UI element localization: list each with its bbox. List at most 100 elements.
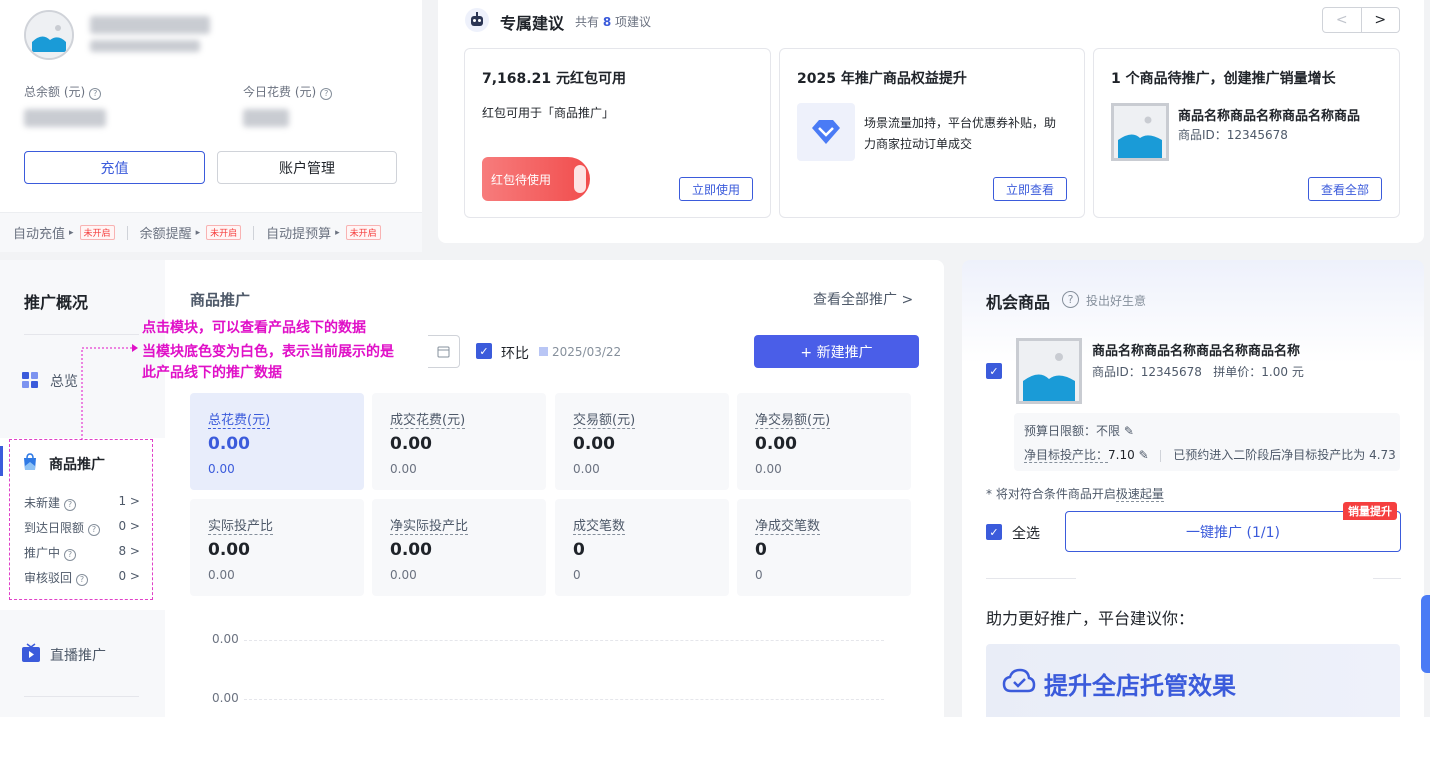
compare-date: 2025/03/22 — [552, 345, 622, 359]
chart-gridline — [244, 640, 884, 641]
metric-label: 净交易额(元) — [755, 409, 831, 429]
help-icon: ? — [88, 524, 101, 536]
auto-recharge-label: 自动充值 — [13, 227, 66, 242]
metric-compare: 0 — [573, 568, 581, 582]
product-name: 商品名称商品名称商品名称商品 — [1178, 109, 1361, 124]
store-hosting-banner[interactable]: 提升全店托管效果 — [986, 644, 1400, 717]
divider — [24, 696, 139, 697]
prev-page-button[interactable]: < — [1323, 8, 1362, 32]
metric-total-spend[interactable]: 总花费(元) 0.00 0.00 — [190, 393, 364, 490]
view-all-promotions-link[interactable]: 查看全部推广 > — [813, 289, 913, 309]
date-picker[interactable] — [428, 335, 460, 368]
image-placeholder-icon — [1114, 106, 1166, 158]
metric-value: 0 — [573, 540, 585, 560]
auto-budget-item[interactable]: 自动提预算 ▸ 未开启 — [266, 223, 381, 242]
caret-right-icon: ▸ — [69, 227, 74, 238]
metric-value: 0.00 — [755, 434, 797, 454]
product-checkbox[interactable]: ✓ — [986, 363, 1002, 379]
edit-icon[interactable]: ✎ — [1139, 448, 1149, 462]
sub-item-not-created[interactable]: 未新建? 1 > — [24, 494, 140, 511]
divider — [24, 334, 139, 335]
diamond-icon — [797, 103, 855, 161]
metric-compare: 0.00 — [573, 462, 600, 476]
help-banner-text: 提升全店托管效果 — [1044, 672, 1236, 700]
balance-alert-item[interactable]: 余额提醒 ▸ 未开启 — [140, 223, 242, 242]
suggestion-card-pending-product[interactable]: 1 个商品待推广，创建推广销量增长 商品名称商品名称商品名称商品 商品ID：12… — [1093, 48, 1400, 218]
nav-label: 总览 — [50, 374, 78, 390]
status-badge: 未开启 — [345, 225, 381, 240]
speed-boost-notice: * 将对符合条件商品开启极速起量 — [986, 487, 1164, 502]
metric-net-orders[interactable]: 净成交笔数 0 0 — [737, 499, 911, 596]
store-sub-redacted — [90, 40, 200, 52]
metric-value: 0.00 — [208, 434, 250, 454]
metric-compare: 0.00 — [390, 462, 417, 476]
edit-icon[interactable]: ✎ — [1124, 424, 1134, 438]
metric-value: 0.00 — [390, 434, 432, 454]
view-now-button[interactable]: 立即查看 — [992, 177, 1067, 201]
metric-roi[interactable]: 实际投产比 0.00 0.00 — [190, 499, 364, 596]
status-badge: 未开启 — [79, 225, 115, 240]
opportunity-title: 机会商品 — [986, 293, 1051, 312]
budget-line[interactable]: 预算日限额：不限 ✎ — [1024, 422, 1134, 439]
help-section-title: 助力更好推广，平台建议你： — [986, 609, 1195, 628]
new-promotion-button[interactable]: + 新建推广 — [754, 335, 919, 368]
help-icon[interactable]: ? — [1062, 291, 1079, 308]
select-all-checkbox[interactable]: ✓ — [986, 524, 1002, 540]
use-now-button[interactable]: 立即使用 — [678, 177, 753, 201]
metric-net-gmv[interactable]: 净交易额(元) 0.00 0.00 — [737, 393, 911, 490]
metric-net-roi[interactable]: 净实际投产比 0.00 0.00 — [372, 499, 546, 596]
total-balance-value-redacted — [24, 109, 106, 127]
total-balance-label: 总余额 (元)? — [24, 83, 102, 100]
help-icon[interactable]: ? — [320, 88, 333, 100]
auto-recharge-item[interactable]: 自动充值 ▸ 未开启 — [13, 223, 115, 242]
suggestion-card-coupon[interactable]: 7,168.21 元红包可用 红包可用于「商品推广」 红包待使用 立即使用 — [464, 48, 771, 218]
side-floating-tab[interactable] — [1421, 595, 1430, 673]
compare-label: 环比 — [501, 346, 529, 362]
chart-y-tick: 0.00 — [212, 632, 239, 646]
cloud-check-icon — [1002, 668, 1036, 693]
next-page-button[interactable]: > — [1362, 8, 1400, 32]
sub-item-promoting[interactable]: 推广中? 8 > — [24, 544, 140, 561]
sub-item-reached-limit[interactable]: 到达日限额? 0 > — [24, 519, 140, 536]
divider — [1373, 578, 1401, 579]
suggestion-title: 2025 年推广商品权益提升 — [797, 71, 967, 87]
nav-label: 直播推广 — [50, 648, 106, 664]
product-meta: 商品ID：12345678 拼单价：1.00 元 — [1092, 365, 1304, 379]
metric-deal-spend[interactable]: 成交花费(元) 0.00 0.00 — [372, 393, 546, 490]
select-all-label[interactable]: 全选 — [1012, 523, 1040, 543]
recharge-button[interactable]: 充值 — [24, 151, 205, 184]
nav-label-goods: 商品推广 — [49, 457, 105, 473]
account-manage-button[interactable]: 账户管理 — [217, 151, 397, 184]
metric-label: 成交笔数 — [573, 515, 626, 535]
suggestions-card: 专属建议 共有 8 项建议 < > 7,168.21 元红包可用 红包可用于「商… — [438, 0, 1424, 243]
metric-label: 总花费(元) — [208, 409, 271, 429]
page-canvas: 总余额 (元)? 今日花费 (元)? 充值 账户管理 自动充值 ▸ 未开启 余额… — [0, 0, 1430, 717]
sub-item-rejected[interactable]: 审核驳回? 0 > — [24, 569, 140, 586]
product-thumbnail — [1016, 338, 1082, 404]
help-icon: ? — [76, 574, 89, 586]
roi-line[interactable]: 净目标投产比：7.10 ✎ 已预约进入二阶段后净目标投产比为 4.73 — [1024, 446, 1396, 463]
metric-label: 成交花费(元) — [390, 409, 466, 429]
overview-title: 推广概况 — [24, 293, 89, 312]
calendar-icon — [437, 346, 450, 358]
chart-gridline — [244, 699, 884, 700]
compare-checkbox[interactable]: ✓ — [476, 343, 492, 359]
metric-compare: 0.00 — [208, 462, 235, 476]
speed-boost-link[interactable]: 极速起量 — [1115, 487, 1164, 502]
annotation-line: 当模块底色变为白色，表示当前展示的是 — [142, 344, 394, 360]
balance-alert-label: 余额提醒 — [139, 227, 192, 242]
view-all-button[interactable]: 查看全部 — [1307, 177, 1382, 201]
auto-budget-label: 自动提预算 — [266, 227, 332, 242]
nav-item-live[interactable]: 直播推广 — [0, 612, 165, 697]
help-icon[interactable]: ? — [89, 88, 102, 100]
metric-orders[interactable]: 成交笔数 0 0 — [555, 499, 729, 596]
metric-value: 0 — [755, 540, 767, 560]
metric-compare: 0.00 — [390, 568, 417, 582]
metric-gmv[interactable]: 交易额(元) 0.00 0.00 — [555, 393, 729, 490]
image-placeholder-icon — [26, 12, 72, 58]
suggestion-card-benefits[interactable]: 2025 年推广商品权益提升 场景流量加持，平台优惠券补贴，助 力商家拉动订单成… — [779, 48, 1085, 218]
suggestions-count: 共有 8 项建议 — [575, 15, 652, 29]
suggestion-desc-line: 场景流量加持，平台优惠券补贴，助 — [864, 116, 1057, 130]
goods-promotion-title: 商品推广 — [190, 291, 251, 309]
robot-icon — [465, 8, 489, 32]
